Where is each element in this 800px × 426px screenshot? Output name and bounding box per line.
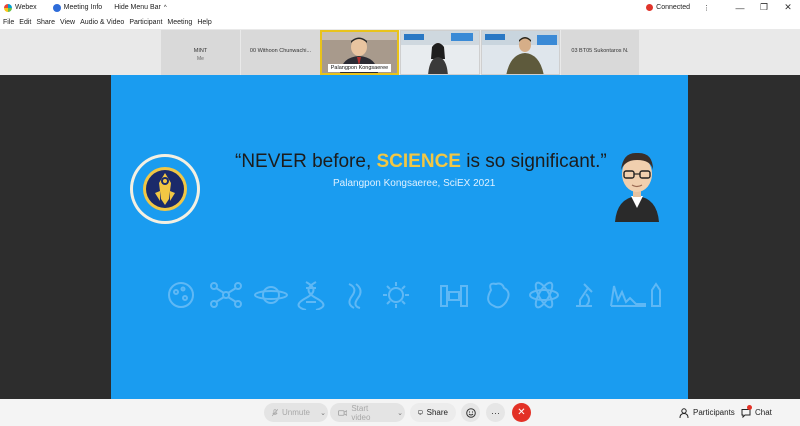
webex-logo-icon — [4, 3, 12, 12]
participant-tile-self[interactable]: MINT Me — [161, 30, 240, 75]
cartoon-avatar-illustration — [615, 152, 659, 222]
menu-audio-video[interactable]: Audio & Video — [80, 19, 124, 26]
participants-label: Participants — [693, 408, 735, 417]
chat-label: Chat — [755, 408, 772, 417]
shared-slide: “NEVER before, SCIENCE is so significant… — [111, 75, 688, 399]
participant-name: 03 BT05 Sukontaros N. — [571, 48, 629, 54]
participant-video-thumbnail — [482, 31, 559, 74]
minimize-button[interactable]: — — [728, 0, 752, 15]
chat-panel-button[interactable]: Chat — [741, 403, 772, 422]
title-bar: Webex Meeting Info Hide Menu Bar ^ Conne… — [0, 0, 800, 15]
quote-text-start: “NEVER before, — [235, 151, 377, 172]
participants-panel-button[interactable]: Participants — [679, 403, 735, 422]
chat-unread-badge — [747, 405, 752, 410]
meeting-info-label: Meeting Info — [63, 4, 103, 11]
slide-quote: “NEVER before, SCIENCE is so significant… — [235, 151, 607, 173]
active-speaker-tile[interactable]: Palangpon Kongsaeree — [320, 30, 399, 75]
chevron-up-icon: ^ — [163, 4, 167, 11]
menu-share[interactable]: Share — [36, 19, 55, 26]
participant-strip: MINT Me 00 Withoon Chunwachi... Palangpo… — [0, 29, 800, 75]
hide-menu-bar-button[interactable]: Hide Menu Bar ^ — [114, 4, 167, 11]
start-video-label: Start video — [351, 403, 371, 422]
smiley-face-icon — [465, 407, 476, 418]
share-label: Share — [426, 408, 448, 417]
quote-attribution: Palangpon Kongsaeree, SciEX 2021 — [333, 178, 496, 189]
menu-bar: File Edit Share View Audio & Video Parti… — [0, 15, 800, 29]
leave-meeting-button[interactable]: ✕ — [512, 403, 531, 422]
participant-sub-label: Me — [197, 56, 204, 62]
share-screen-icon — [418, 410, 423, 415]
app-title: Webex — [4, 3, 37, 12]
participants-person-icon — [679, 407, 689, 418]
video-camera-off-icon — [338, 409, 348, 416]
more-vertical-icon[interactable]: ⋮ — [703, 4, 710, 12]
university-seal-logo — [130, 154, 200, 224]
more-options-button[interactable]: ··· — [486, 403, 505, 422]
connection-status[interactable]: Connected ⋮ — [646, 4, 710, 12]
menu-participant[interactable]: Participant — [129, 19, 162, 26]
participant-name-tag: Palangpon Kongsaeree — [328, 64, 391, 72]
quote-text-end: is so significant.” — [460, 151, 607, 172]
participant-name: MINT — [193, 48, 208, 54]
participant-name: 00 Withoon Chunwachi... — [249, 48, 312, 54]
participant-tile[interactable]: 00 Withoon Chunwachi... — [241, 30, 320, 75]
participant-tile[interactable]: 03 BT05 Sukontaros N. — [561, 30, 639, 75]
menu-help[interactable]: Help — [197, 19, 211, 26]
meeting-info-button[interactable]: Meeting Info — [52, 3, 103, 12]
audio-options-chevron-icon[interactable]: ⌄ — [318, 403, 328, 422]
menu-file[interactable]: File — [3, 19, 14, 26]
meeting-controls-bar: Unmute ⌄ Start video ⌄ Share ··· ✕ Parti… — [0, 399, 800, 426]
maximize-button[interactable]: ❐ — [752, 0, 776, 15]
connection-status-label: Connected — [656, 4, 690, 11]
shield-info-icon — [52, 3, 61, 12]
hide-menu-bar-label: Hide Menu Bar — [114, 4, 161, 11]
participant-video-thumbnail — [401, 31, 479, 74]
reactions-button[interactable] — [461, 403, 480, 422]
start-video-button[interactable]: Start video — [330, 403, 395, 422]
menu-meeting[interactable]: Meeting — [167, 19, 192, 26]
microphone-muted-icon — [272, 408, 278, 416]
participant-video-tile[interactable] — [400, 30, 480, 75]
video-options-chevron-icon[interactable]: ⌄ — [395, 403, 405, 422]
unmute-label: Unmute — [281, 408, 310, 417]
connection-status-icon — [646, 4, 654, 11]
menu-view[interactable]: View — [60, 19, 75, 26]
close-window-button[interactable]: ✕ — [776, 0, 800, 15]
science-icons-row — [168, 281, 661, 310]
share-button[interactable]: Share — [410, 403, 456, 422]
unmute-button[interactable]: Unmute — [264, 403, 318, 422]
menu-edit[interactable]: Edit — [19, 19, 31, 26]
app-name: Webex — [15, 4, 37, 11]
more-horizontal-icon: ··· — [491, 407, 500, 418]
participant-video-tile[interactable] — [481, 30, 560, 75]
quote-highlight: SCIENCE — [376, 151, 461, 172]
close-x-icon: ✕ — [517, 407, 526, 418]
